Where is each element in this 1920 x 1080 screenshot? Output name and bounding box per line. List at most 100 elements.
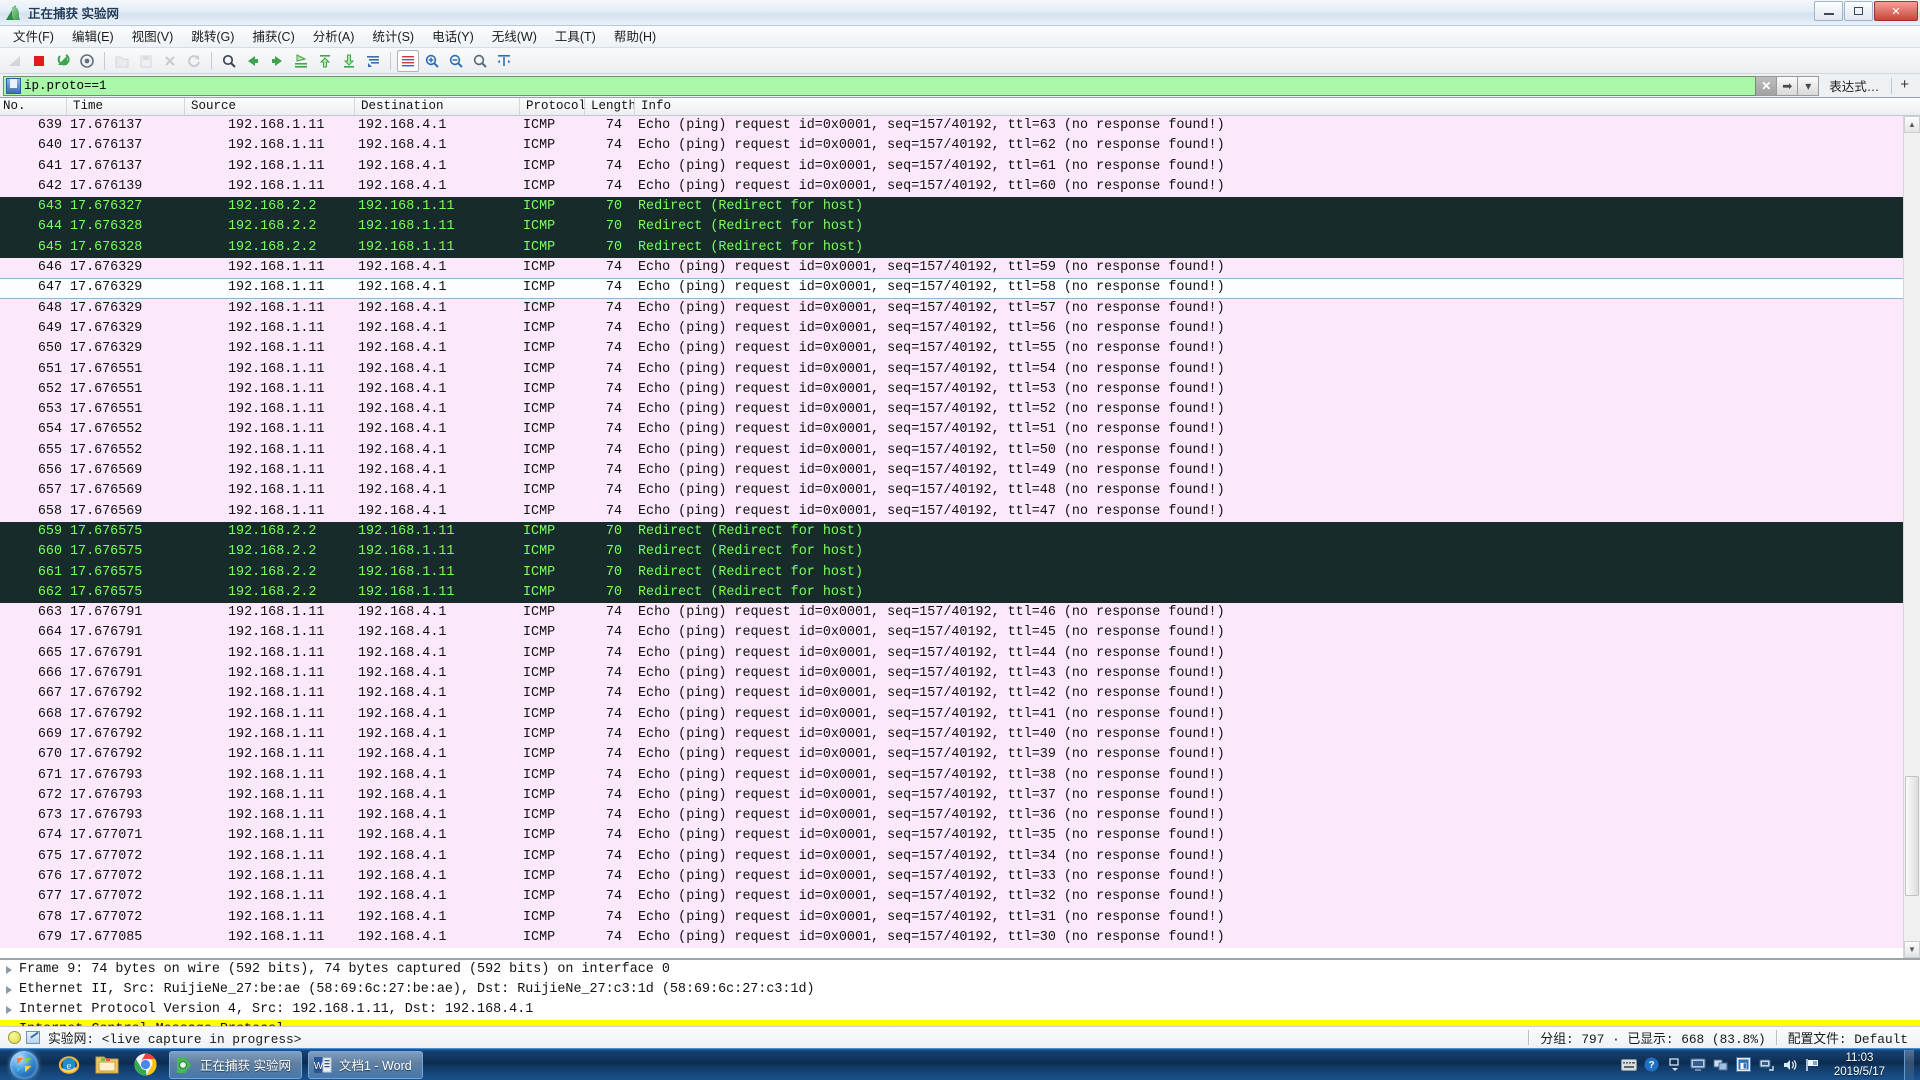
menu-analyze[interactable]: 分析(A) (304, 27, 364, 47)
save-file-icon[interactable] (135, 50, 157, 72)
auto-scroll-icon[interactable] (362, 50, 384, 72)
table-row[interactable]: 661 17.676575 192.168.2.2 192.168.1.11 ICMP 7… (0, 562, 1903, 583)
scroll-up-arrow[interactable]: ▲ (1904, 116, 1920, 133)
table-row[interactable]: 666 17.676791 192.168.1.11 192.168.4.1 ICMP 7… (0, 664, 1903, 685)
table-row[interactable]: 664 17.676791 192.168.1.11 192.168.4.1 ICMP 7… (0, 623, 1903, 644)
filter-dropdown-button[interactable]: ▾ (1797, 75, 1820, 96)
help-icon[interactable]: ? (1644, 1057, 1660, 1073)
table-row[interactable]: 648 17.676329 192.168.1.11 192.168.4.1 ICMP 7… (0, 298, 1903, 319)
scrollbar-thumb[interactable] (1905, 776, 1919, 896)
go-back-icon[interactable] (242, 50, 264, 72)
add-filter-button[interactable]: + (1894, 76, 1917, 95)
capture-options-icon[interactable] (76, 50, 98, 72)
app-icon[interactable]: ◧ (1736, 1057, 1752, 1073)
taskbar-clock[interactable]: 11:03 2019/5/17 (1828, 1051, 1895, 1079)
column-header-time[interactable]: Time (70, 99, 103, 113)
show-desktop-button[interactable] (1904, 1049, 1914, 1080)
close-button[interactable]: ✕ (1874, 1, 1918, 21)
table-row[interactable]: 660 17.676575 192.168.2.2 192.168.1.11 ICMP 7… (0, 542, 1903, 563)
display-icon[interactable] (1690, 1057, 1706, 1073)
column-header-source[interactable]: Source (188, 99, 236, 113)
table-row[interactable]: 639 17.676137 192.168.1.11 192.168.4.1 ICMP 7… (0, 116, 1903, 137)
expand-triangle-icon[interactable] (6, 1006, 12, 1014)
table-row[interactable]: 668 17.676792 192.168.1.11 192.168.4.1 ICMP 7… (0, 704, 1903, 725)
go-forward-icon[interactable] (266, 50, 288, 72)
menu-view[interactable]: 视图(V) (123, 27, 183, 47)
zoom-out-icon[interactable] (445, 50, 467, 72)
volume-icon[interactable] (1782, 1057, 1798, 1073)
clear-filter-button[interactable]: ✕ (1755, 75, 1778, 96)
google-chrome-icon[interactable] (128, 1050, 162, 1080)
capture-status-icon[interactable] (8, 1031, 21, 1044)
table-row[interactable]: 662 17.676575 192.168.2.2 192.168.1.11 ICMP 7… (0, 582, 1903, 604)
detail-row[interactable]: Ethernet II, Src: RuijieNe_27:be:ae (58:… (0, 980, 1920, 1000)
restart-capture-icon[interactable] (52, 50, 74, 72)
packet-details-pane[interactable]: Frame 9: 74 bytes on wire (592 bits), 74… (0, 958, 1920, 1026)
table-row[interactable]: 674 17.677071 192.168.1.11 192.168.4.1 ICMP 7… (0, 826, 1903, 847)
go-to-packet-icon[interactable] (290, 50, 312, 72)
go-last-packet-icon[interactable] (338, 50, 360, 72)
minimize-button[interactable] (1814, 1, 1843, 21)
packet-list-scrollbar[interactable]: ▲ ▼ (1903, 116, 1920, 958)
table-row[interactable]: 656 17.676569 192.168.1.11 192.168.4.1 ICMP 7… (0, 461, 1903, 482)
table-row[interactable]: 645 17.676328 192.168.2.2 192.168.1.11 ICMP 7… (0, 237, 1903, 259)
table-row[interactable]: 671 17.676793 192.168.1.11 192.168.4.1 ICMP 7… (0, 765, 1903, 786)
table-row[interactable]: 665 17.676791 192.168.1.11 192.168.4.1 ICMP 7… (0, 643, 1903, 665)
table-row[interactable]: 654 17.676552 192.168.1.11 192.168.4.1 ICMP 7… (0, 420, 1903, 441)
network-icon[interactable] (1759, 1057, 1775, 1073)
table-row[interactable]: 670 17.676792 192.168.1.11 192.168.4.1 ICMP 7… (0, 745, 1903, 766)
start-button[interactable] (0, 1050, 48, 1080)
filter-expression-button[interactable]: 表达式… (1819, 76, 1889, 95)
bookmark-icon[interactable] (6, 77, 21, 94)
internet-explorer-icon[interactable]: e (52, 1050, 86, 1080)
close-file-icon[interactable] (159, 50, 181, 72)
taskbar-item-wireshark[interactable]: 正在捕获 实验网 (169, 1050, 302, 1079)
table-row[interactable]: 646 17.676329 192.168.1.11 192.168.4.1 ICMP 7… (0, 258, 1903, 279)
table-row[interactable]: 673 17.676793 192.168.1.11 192.168.4.1 ICMP 7… (0, 806, 1903, 827)
zoom-in-icon[interactable] (421, 50, 443, 72)
table-row[interactable]: 676 17.677072 192.168.1.11 192.168.4.1 ICMP 7… (0, 866, 1903, 888)
apply-filter-button[interactable]: ➡ (1776, 75, 1799, 96)
table-row[interactable]: 651 17.676551 192.168.1.11 192.168.4.1 ICMP 7… (0, 359, 1903, 380)
table-row[interactable]: 650 17.676329 192.168.1.11 192.168.4.1 ICMP 7… (0, 339, 1903, 360)
open-file-icon[interactable] (111, 50, 133, 72)
table-row[interactable]: 641 17.676137 192.168.1.11 192.168.4.1 ICMP 7… (0, 156, 1903, 177)
menu-wireless[interactable]: 无线(W) (483, 27, 546, 47)
table-row[interactable]: 659 17.676575 192.168.2.2 192.168.1.11 ICMP 7… (0, 521, 1903, 543)
maximize-button[interactable] (1844, 1, 1873, 21)
stop-capture-icon[interactable] (28, 50, 50, 72)
network-share-icon[interactable] (1713, 1057, 1729, 1073)
menu-statistics[interactable]: 统计(S) (363, 27, 423, 47)
table-row[interactable]: 655 17.676552 192.168.1.11 192.168.4.1 ICMP 7… (0, 440, 1903, 462)
colorize-icon[interactable] (397, 49, 419, 72)
expand-triangle-icon[interactable] (6, 966, 12, 974)
table-row[interactable]: 652 17.676551 192.168.1.11 192.168.4.1 ICMP 7… (0, 379, 1903, 401)
table-row[interactable]: 678 17.677072 192.168.1.11 192.168.4.1 ICMP 7… (0, 907, 1903, 928)
menu-help[interactable]: 帮助(H) (605, 27, 665, 47)
table-row[interactable]: 642 17.676139 192.168.1.11 192.168.4.1 ICMP 7… (0, 176, 1903, 198)
zoom-reset-icon[interactable] (469, 50, 491, 72)
table-row[interactable]: 677 17.677072 192.168.1.11 192.168.4.1 ICMP 7… (0, 887, 1903, 908)
table-row[interactable]: 667 17.676792 192.168.1.11 192.168.4.1 ICMP 7… (0, 684, 1903, 705)
column-header-protocol[interactable]: Protocol (523, 99, 586, 113)
menu-go[interactable]: 跳转(G) (182, 27, 243, 47)
table-row[interactable]: 643 17.676327 192.168.2.2 192.168.1.11 ICMP 7… (0, 197, 1903, 218)
go-first-packet-icon[interactable] (314, 50, 336, 72)
table-row[interactable]: 644 17.676328 192.168.2.2 192.168.1.11 ICMP 7… (0, 217, 1903, 238)
menu-file[interactable]: 文件(F) (4, 27, 63, 47)
detail-row[interactable]: Frame 9: 74 bytes on wire (592 bits), 74… (0, 960, 1920, 980)
menu-tools[interactable]: 工具(T) (546, 27, 605, 47)
action-center-flag-icon[interactable] (1805, 1057, 1821, 1073)
file-explorer-icon[interactable] (90, 1050, 124, 1080)
table-row[interactable]: 679 17.677085 192.168.1.11 192.168.4.1 ICMP 7… (0, 927, 1903, 949)
table-row[interactable]: 663 17.676791 192.168.1.11 192.168.4.1 ICMP 7… (0, 603, 1903, 624)
table-row[interactable]: 649 17.676329 192.168.1.11 192.168.4.1 ICMP 7… (0, 318, 1903, 340)
table-row[interactable]: 675 17.677072 192.168.1.11 192.168.4.1 ICMP 7… (0, 846, 1903, 867)
table-row[interactable]: 658 17.676569 192.168.1.11 192.168.4.1 ICMP 7… (0, 501, 1903, 522)
column-header-destination[interactable]: Destination (358, 99, 444, 113)
column-header-no[interactable]: No. (0, 99, 26, 113)
packet-rows[interactable]: 639 17.676137 192.168.1.11 192.168.4.1 ICMP 7… (0, 116, 1903, 958)
menu-edit[interactable]: 编辑(E) (63, 27, 123, 47)
keyboard-icon[interactable] (1620, 1057, 1637, 1073)
capture-comment-icon[interactable] (26, 1031, 40, 1044)
